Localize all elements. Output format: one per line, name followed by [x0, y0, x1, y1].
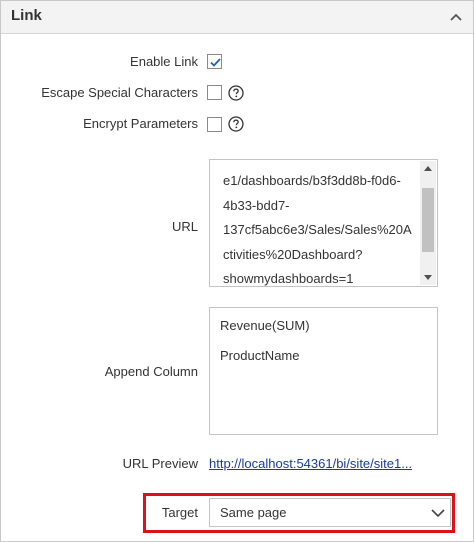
scroll-down-arrow-icon[interactable] [420, 269, 436, 285]
url-scrollbar[interactable] [420, 161, 436, 285]
target-dropdown-value: Same page [220, 505, 287, 520]
panel-title: Link [11, 7, 42, 24]
url-label: URL [171, 219, 198, 234]
escape-special-characters-checkbox[interactable] [207, 85, 222, 100]
url-line: e1/dashboards/b3f3dd8b-f0d6- [223, 173, 401, 188]
question-circle-icon[interactable] [228, 85, 244, 101]
enable-link-checkbox[interactable] [207, 54, 222, 69]
append-column-label: Append Column [104, 364, 198, 379]
question-circle-icon[interactable] [228, 116, 244, 132]
panel-header: Link [1, 1, 473, 34]
scroll-thumb[interactable] [422, 188, 434, 252]
checkmark-icon [210, 58, 221, 67]
chevron-up-icon[interactable] [447, 9, 465, 27]
encrypt-parameters-label: Encrypt Parameters [83, 116, 198, 131]
url-preview-label: URL Preview [122, 456, 198, 471]
append-column-item[interactable]: ProductName [220, 348, 299, 363]
chevron-down-icon [430, 506, 446, 520]
append-column-item[interactable]: Revenue(SUM) [220, 318, 310, 333]
target-label: Target [161, 505, 198, 520]
url-line: 137cf5abc6e3/Sales/Sales%20A [223, 222, 412, 237]
enable-link-label: Enable Link [130, 54, 198, 69]
encrypt-parameters-checkbox[interactable] [207, 117, 222, 132]
target-dropdown[interactable]: Same page [209, 498, 451, 527]
url-line: 4b33-bdd7- [223, 197, 290, 213]
scroll-up-arrow-icon[interactable] [420, 161, 436, 177]
escape-special-characters-label: Escape Special Characters [41, 85, 198, 100]
url-line: ctivities%20Dashboard? [223, 246, 363, 262]
url-text: e1/dashboards/b3f3dd8b-f0d6- 4b33-bdd7- … [223, 169, 423, 292]
url-textarea[interactable]: e1/dashboards/b3f3dd8b-f0d6- 4b33-bdd7- … [209, 159, 438, 287]
url-line: showmydashboards=1 [223, 271, 354, 286]
link-settings-panel: Link Enable Link Escape Special Characte… [0, 0, 474, 542]
url-preview-link[interactable]: http://localhost:54361/bi/site/site1... [209, 456, 437, 471]
append-column-box[interactable]: Revenue(SUM) ProductName [209, 307, 438, 435]
